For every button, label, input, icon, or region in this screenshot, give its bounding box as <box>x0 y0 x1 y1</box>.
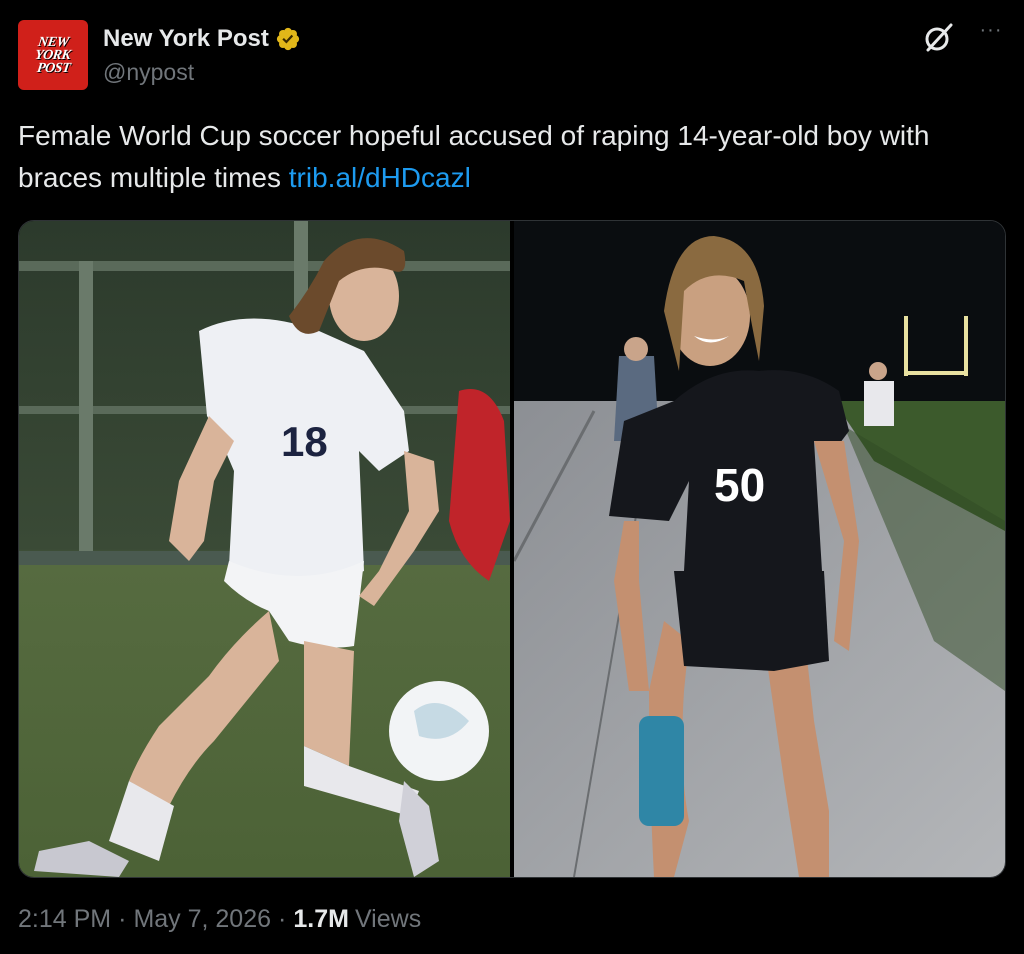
views-label: Views <box>354 905 422 933</box>
author-info: New York Post @nypost <box>103 23 301 86</box>
photo-right[interactable]: 50 <box>514 221 1005 877</box>
logo-line-2: YORK <box>34 47 72 63</box>
author-avatar[interactable]: NEW YORK POST <box>18 20 88 90</box>
soccer-player-black-kit-image: 50 <box>514 221 1005 877</box>
logo-line-1: NEW <box>36 34 70 50</box>
verified-badge-icon[interactable] <box>275 26 301 52</box>
photo-left[interactable]: 18 <box>19 221 510 877</box>
meta-separator: · <box>118 905 127 933</box>
left-jersey-number: 18 <box>281 418 328 465</box>
author-handle[interactable]: @nypost <box>103 59 301 86</box>
tweet-date[interactable]: May 7, 2026 <box>133 905 271 934</box>
media-grid: 18 50 <box>18 220 1006 878</box>
logo-line-3: POST <box>35 60 71 76</box>
grok-icon[interactable] <box>922 22 954 54</box>
soccer-player-white-kit-image: 18 <box>19 221 510 877</box>
meta-separator: · <box>278 905 287 933</box>
tweet-header: NEW YORK POST New York Post @nypost ··· <box>18 20 1006 92</box>
tweet-meta: 2:14 PM · May 7, 2026 · 1.7M Views <box>18 905 421 934</box>
more-icon[interactable]: ··· <box>976 20 1006 50</box>
views-count: 1.7M <box>293 905 349 933</box>
tweet-link[interactable]: trib.al/dHDcazl <box>289 162 471 193</box>
tweet-time[interactable]: 2:14 PM <box>18 905 111 934</box>
right-jersey-number: 50 <box>714 459 765 511</box>
author-name[interactable]: New York Post <box>103 25 269 53</box>
tweet-body: Female World Cup soccer hopeful accused … <box>18 120 930 193</box>
tweet-text: Female World Cup soccer hopeful accused … <box>18 115 988 199</box>
